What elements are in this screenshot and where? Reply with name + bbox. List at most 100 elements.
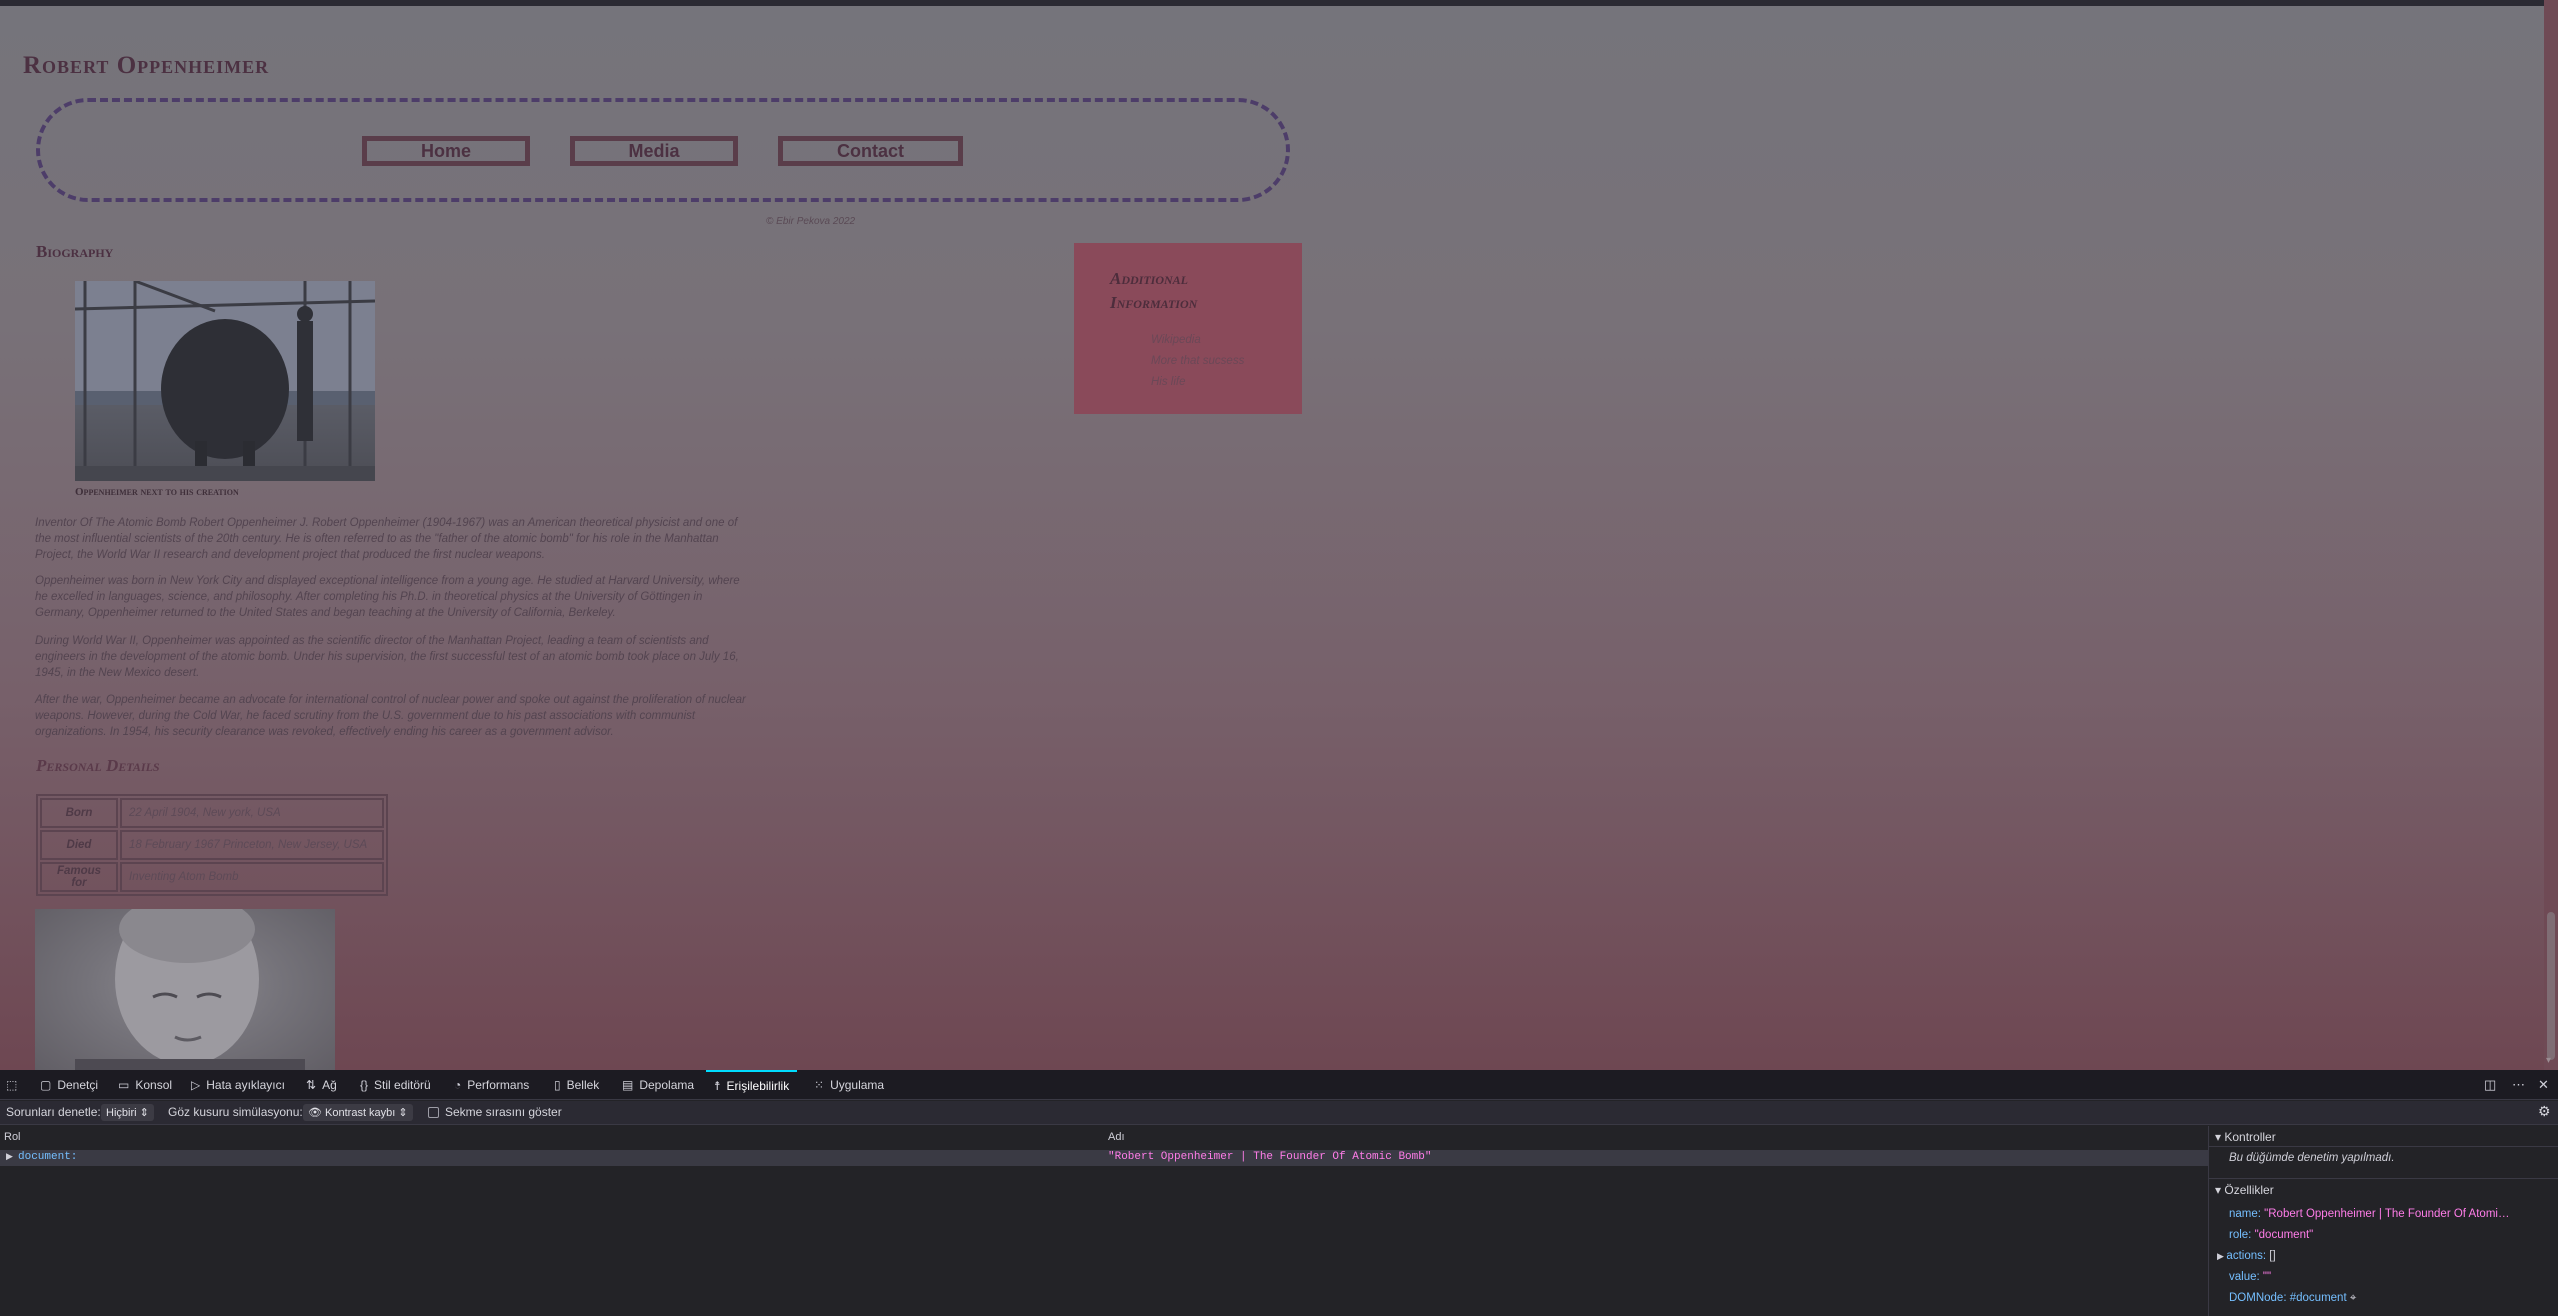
additional-info-box: Additional Information Wikipedia More th… [1074, 243, 1302, 414]
tab-inspector[interactable]: ▢ Denetçi [40, 1070, 98, 1100]
element-picker-icon[interactable]: ⬚ [6, 1070, 17, 1100]
table-row: Died 18 February 1967 Princeton, New Jer… [40, 830, 384, 860]
expand-arrow-icon[interactable]: ▶ [2217, 1251, 2226, 1261]
site-title: Robert Oppenheimer [23, 52, 270, 79]
settings-gear-icon[interactable]: ⚙ [2538, 1103, 2551, 1120]
tab-application[interactable]: ⁙ Uygulama [814, 1070, 884, 1100]
collapse-arrow-icon: ▾ [2215, 1183, 2225, 1197]
biography-heading: Biography [36, 242, 114, 261]
debugger-icon: ▷ [191, 1078, 201, 1092]
performance-icon: ◔ [454, 1078, 462, 1092]
close-devtools-icon[interactable]: ✕ [2538, 1077, 2549, 1093]
detail-key: Died [40, 830, 118, 860]
tab-label: Depolama [639, 1078, 695, 1092]
simulate-select[interactable]: 👁 Kontrast kaybı ⇕ [303, 1104, 413, 1121]
expand-arrow-icon[interactable]: ▶ [6, 1151, 13, 1162]
tab-network[interactable]: ⇅ Ağ [306, 1070, 337, 1100]
additional-info-heading: Additional Information [1110, 269, 1198, 312]
node-role: document: [18, 1151, 78, 1163]
tab-label: Stil editörü [374, 1078, 431, 1092]
property-row[interactable]: ▶ actions: [] [2217, 1250, 2276, 1262]
node-name: "Robert Oppenheimer | The Founder Of Ato… [1108, 1151, 1432, 1163]
tab-accessibility[interactable]: ☨ Erişilebilirlik [706, 1070, 798, 1100]
tab-label: Performans [467, 1078, 530, 1092]
nav-media-button[interactable]: Media [570, 136, 738, 166]
bio-paragraph-1: Inventor Of The Atomic Bomb Robert Oppen… [35, 517, 738, 561]
more-options-icon[interactable]: ⋯ [2512, 1077, 2525, 1093]
check-issues-select[interactable]: Hiçbiri ⇕ [101, 1104, 154, 1121]
page-viewport: Robert Oppenheimer Home Media Contact © … [0, 0, 2544, 1070]
copyright: © Ebir Pekova 2022 [766, 216, 856, 227]
accessibility-sidebar: ▾ Kontroller Bu düğümde denetim yapılmad… [2209, 1126, 2558, 1316]
tab-console[interactable]: ▭ Konsol [118, 1070, 172, 1100]
scrollbar-thumb[interactable] [2547, 912, 2555, 1060]
nav-home-button[interactable]: Home [362, 136, 530, 166]
tree-row[interactable]: ▶ document: "Robert Oppenheimer | The Fo… [0, 1150, 2208, 1166]
personal-details-heading: Personal Details [36, 756, 160, 775]
link-wikipedia[interactable]: Wikipedia [1151, 334, 1201, 346]
oppenheimer-photo [75, 281, 375, 481]
memory-icon: ▯ [554, 1078, 561, 1092]
tab-style-editor[interactable]: {} Stil editörü [360, 1070, 431, 1100]
section-title: Özellikler [2224, 1183, 2274, 1197]
page-scrollbar[interactable]: ▾ [2544, 0, 2558, 1070]
storage-icon: ▤ [622, 1078, 634, 1092]
detail-value: 18 February 1967 Princeton, New Jersey, … [120, 830, 384, 860]
divider [2209, 1146, 2558, 1147]
check-issues-label: Sorunları denetle: [6, 1105, 101, 1119]
dock-side-icon[interactable]: ◫ [2484, 1077, 2496, 1093]
checks-section-header[interactable]: ▾ Kontroller [2215, 1130, 2276, 1144]
property-value: "document" [2254, 1229, 2314, 1241]
property-row: role: "document" [2229, 1229, 2313, 1241]
accessibility-toolbar: Sorunları denetle: Hiçbiri ⇕ Göz kusuru … [0, 1101, 2558, 1125]
tab-storage[interactable]: ▤ Depolama [622, 1070, 694, 1100]
tab-label: Erişilebilirlik [726, 1079, 790, 1093]
property-key: DOMNode: [2229, 1292, 2287, 1304]
tab-order-checkbox[interactable] [428, 1107, 439, 1118]
target-node-icon[interactable]: ⌖ [2350, 1292, 2356, 1304]
section-title: Kontroller [2224, 1130, 2276, 1144]
property-value[interactable]: #document [2290, 1292, 2347, 1304]
network-icon: ⇅ [306, 1078, 317, 1092]
devtools-tabbar: ⬚ ▢ Denetçi ▭ Konsol ▷ Hata ayıklayıcı ⇅ Ağ … [0, 1070, 2558, 1100]
link-more-success[interactable]: More that sucsess [1151, 355, 1244, 367]
simulate-label: Göz kusuru simülasyonu: [168, 1105, 303, 1119]
properties-section-header[interactable]: ▾ Özellikler [2215, 1183, 2274, 1197]
detail-key: Born [40, 798, 118, 828]
select-value: Hiçbiri [106, 1106, 137, 1119]
nav-contact-button[interactable]: Contact [778, 136, 963, 166]
tab-debugger[interactable]: ▷ Hata ayıklayıcı [191, 1070, 285, 1100]
detail-value: 22 April 1904, New york, USA [120, 798, 384, 828]
column-role-header[interactable]: Rol [4, 1126, 21, 1148]
property-key: name: [2229, 1208, 2261, 1220]
application-icon: ⁙ [814, 1078, 825, 1092]
detail-key: Famous for [40, 862, 118, 892]
property-value: "" [2262, 1271, 2272, 1283]
tab-order-label: Sekme sırasını göster [445, 1105, 562, 1119]
tab-memory[interactable]: ▯ Bellek [554, 1070, 599, 1100]
tab-label: Ağ [322, 1078, 337, 1092]
bio-paragraph-3: During World War II, Oppenheimer was app… [35, 635, 739, 679]
tab-label: Konsol [135, 1078, 173, 1092]
select-value: Kontrast kaybı [325, 1106, 396, 1119]
column-name-header[interactable]: Adı [1108, 1126, 1125, 1148]
property-row: value: "" [2229, 1271, 2271, 1283]
property-key: value: [2229, 1271, 2260, 1283]
tab-label: Uygulama [830, 1078, 885, 1092]
property-key: actions: [2226, 1250, 2267, 1262]
table-row: Famous for Inventing Atom Bomb [40, 862, 384, 892]
tab-label: Hata ayıklayıcı [206, 1078, 285, 1092]
style-editor-icon: {} [360, 1078, 369, 1092]
tab-label: Bellek [566, 1078, 600, 1092]
divider [2209, 1178, 2558, 1179]
photo-caption: Oppenheimer next to his creation [75, 486, 239, 498]
eye-icon: 👁 [308, 1107, 326, 1119]
personal-details-table: Born 22 April 1904, New york, USA Died 1… [36, 794, 388, 896]
tab-performance[interactable]: ◔ Performans [454, 1070, 529, 1100]
property-value: "Robert Oppenheimer | The Founder Of Ato… [2264, 1208, 2510, 1220]
bio-paragraph-2: Oppenheimer was born in New York City an… [35, 575, 740, 619]
detail-value: Inventing Atom Bomb [120, 862, 384, 892]
scroll-down-arrow-icon[interactable]: ▾ [2546, 1055, 2551, 1066]
link-his-life[interactable]: His life [1151, 376, 1186, 388]
accessibility-icon: ☨ [714, 1079, 721, 1093]
